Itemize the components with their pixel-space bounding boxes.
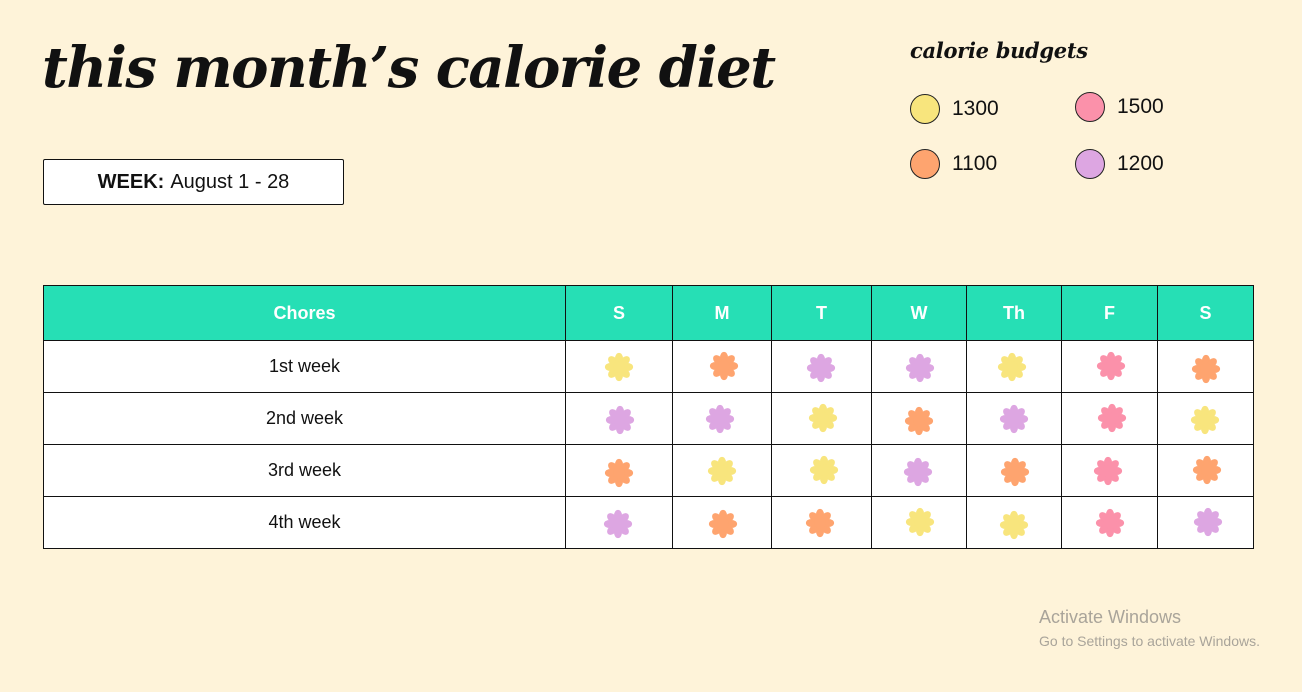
day-cell [966,444,1062,497]
flower-icon [604,458,634,487]
flower-icon [1190,405,1219,434]
day-cell [966,340,1062,393]
table-row: 4th week [43,496,1254,549]
flower-icon [1193,507,1222,536]
flower-icon [999,404,1029,433]
day-cell [966,392,1062,445]
legend-item-1500: 1500 [1075,92,1164,122]
legend-item-1300: 1300 [910,94,999,124]
legend-value: 1500 [1117,95,1164,118]
flower-icon [1191,354,1220,383]
flower-icon [1096,351,1125,380]
flower-icon [904,406,934,435]
legend-value: 1200 [1117,152,1164,175]
day-cell [565,496,673,549]
column-header-saturday: S [1157,285,1254,341]
flower-icon [903,457,933,486]
legend-dot-icon [1075,149,1105,179]
flower-icon [809,455,838,484]
day-cell [1157,340,1254,393]
day-cell [771,340,872,393]
column-header-tuesday: T [771,285,872,341]
table-row: 1st week [43,340,1254,393]
day-cell [1157,444,1254,497]
legend-item-1100: 1100 [910,149,997,179]
day-cell [565,444,673,497]
week-range-box: WEEK: August 1 - 28 [43,159,344,205]
day-cell [1157,496,1254,549]
flower-icon [1093,456,1122,485]
legend-value: 1300 [952,97,999,120]
table-row: 2nd week [43,392,1254,445]
day-cell [1157,392,1254,445]
day-cell [966,496,1062,549]
flower-icon [808,403,837,432]
flower-icon [605,405,635,434]
day-cell [871,444,967,497]
day-cell [672,392,772,445]
flower-icon [1192,455,1221,484]
day-cell [672,444,772,497]
day-cell [672,340,772,393]
column-header-thursday: Th [966,285,1062,341]
table-header-row: Chores S M T W Th F S [43,285,1254,341]
flower-icon [999,510,1029,539]
day-cell [871,340,967,393]
day-cell [871,496,967,549]
day-cell [771,444,872,497]
activate-windows-watermark: Activate Windows Go to Settings to activ… [1039,607,1260,649]
flower-icon [1097,403,1126,432]
flower-icon [708,509,738,538]
legend-dot-icon [910,94,940,124]
watermark-title: Activate Windows [1039,607,1182,627]
week-label: WEEK: [97,170,165,193]
legend-value: 1100 [952,152,998,175]
column-header-friday: F [1061,285,1158,341]
day-cell [771,496,872,549]
legend-title: calorie budgets [910,38,1088,63]
column-header-wednesday: W [871,285,967,341]
table-row: 3rd week [43,444,1254,497]
flower-icon [997,352,1027,381]
flower-icon [707,456,737,485]
week-label-cell: 2nd week [43,392,566,445]
week-range: August 1 - 28 [170,170,290,193]
flower-icon [1000,457,1030,486]
calorie-table: Chores S M T W Th F S 1st week 2nd week 3r… [43,285,1254,549]
day-cell [672,496,772,549]
day-cell [1061,496,1158,549]
legend-item-1200: 1200 [1075,149,1164,179]
day-cell [565,392,673,445]
flower-icon [806,353,835,382]
week-label-cell: 3rd week [43,444,566,497]
week-label-cell: 4th week [43,496,566,549]
legend-dot-icon [1075,92,1105,122]
legend-dot-icon [910,149,940,179]
flower-icon [709,351,739,380]
flower-icon [905,507,935,536]
flower-icon [603,509,633,538]
watermark-subtitle: Go to Settings to activate Windows. [1039,633,1260,649]
column-header-monday: M [672,285,772,341]
flower-icon [805,508,834,537]
flower-icon [705,404,735,433]
column-header-chores: Chores [43,285,566,341]
page-title: this month’s calorie diet [42,35,776,101]
column-header-sunday: S [565,285,673,341]
day-cell [1061,340,1158,393]
day-cell [565,340,673,393]
week-label-cell: 1st week [43,340,566,393]
flower-icon [905,353,935,382]
flower-icon [1095,508,1124,537]
day-cell [871,392,967,445]
day-cell [1061,444,1158,497]
flower-icon [604,352,634,381]
day-cell [1061,392,1158,445]
day-cell [771,392,872,445]
